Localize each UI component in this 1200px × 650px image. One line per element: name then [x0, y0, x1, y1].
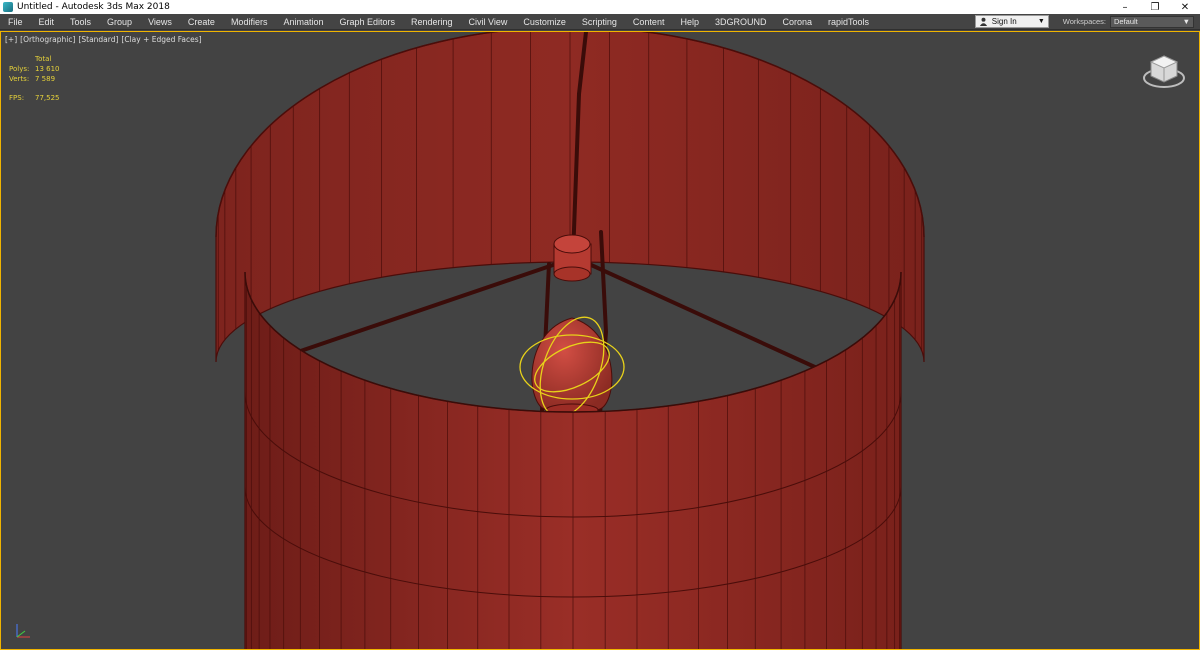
menu-items: File Edit Tools Group Views Create Modifiers An…	[0, 14, 975, 29]
viewport-style-menu[interactable]: [Clay + Edged Faces]	[121, 35, 201, 44]
title-bar: Untitled - Autodesk 3ds Max 2018 – ❐ ✕	[0, 0, 1200, 14]
stats-fps: FPS: 77,525	[9, 93, 60, 103]
top-hub	[553, 234, 592, 282]
menu-bar: File Edit Tools Group Views Create Modifiers An…	[0, 14, 1200, 30]
axis-tripod-icon	[16, 624, 30, 638]
perspective-viewport[interactable]: [+] [Orthographic] [Standard] [Clay + Ed…	[0, 31, 1200, 650]
menu-rendering[interactable]: Rendering	[403, 14, 461, 30]
scene-canvas[interactable]	[1, 32, 1199, 649]
viewport-shading-menu[interactable]: [Standard]	[78, 35, 118, 44]
menu-edit[interactable]: Edit	[31, 14, 63, 30]
viewport-plus-menu[interactable]: [+]	[5, 35, 17, 44]
viewport-label[interactable]: [+] [Orthographic] [Standard] [Clay + Ed…	[5, 35, 202, 44]
verts-value: 7 589	[35, 75, 56, 83]
viewcube-icon[interactable]	[1141, 48, 1187, 94]
menu-create[interactable]: Create	[180, 14, 223, 30]
menu-corona[interactable]: Corona	[774, 14, 820, 30]
viewport-view-menu[interactable]: [Orthographic]	[20, 35, 75, 44]
window-title: Untitled - Autodesk 3ds Max 2018	[17, 2, 170, 12]
app-icon	[3, 2, 13, 12]
stats-polys: Polys: 13 610	[9, 64, 60, 74]
menu-customize[interactable]: Customize	[515, 14, 574, 30]
fps-value: 77,525	[35, 94, 60, 102]
menu-graph-editors[interactable]: Graph Editors	[331, 14, 403, 30]
restore-button[interactable]: ❐	[1140, 0, 1170, 14]
scene-statistics: Total Polys: 13 610 Verts: 7 589 FPS: 77…	[9, 54, 60, 103]
user-icon	[979, 17, 988, 26]
window-controls: – ❐ ✕	[1110, 0, 1200, 14]
menu-modifiers[interactable]: Modifiers	[223, 14, 276, 30]
menu-tools[interactable]: Tools	[62, 14, 99, 30]
sign-in-dropdown[interactable]: Sign In ▼	[974, 15, 1049, 28]
minimize-button[interactable]: –	[1110, 0, 1140, 14]
menu-animation[interactable]: Animation	[275, 14, 331, 30]
close-button[interactable]: ✕	[1170, 0, 1200, 14]
chevron-down-icon: ▼	[1182, 17, 1190, 26]
menu-scripting[interactable]: Scripting	[574, 14, 625, 30]
stats-verts: Verts: 7 589	[9, 74, 60, 84]
menu-civil-view[interactable]: Civil View	[461, 14, 516, 30]
polys-label: Polys:	[9, 65, 30, 73]
workspaces-value: Default	[1114, 17, 1138, 26]
menu-help[interactable]: Help	[672, 14, 707, 30]
menu-views[interactable]: Views	[140, 14, 180, 30]
polys-value: 13 610	[35, 65, 60, 73]
menu-file[interactable]: File	[0, 14, 31, 30]
workspaces-control: Workspaces: Default ▼	[1062, 15, 1194, 28]
stats-header: Total	[35, 55, 52, 63]
sign-in-label: Sign In	[991, 17, 1017, 26]
menu-3dground[interactable]: 3DGROUND	[707, 14, 775, 30]
workspaces-select[interactable]: Default ▼	[1110, 15, 1194, 28]
fps-label: FPS:	[9, 94, 25, 102]
menu-content[interactable]: Content	[625, 14, 673, 30]
workspaces-label: Workspaces:	[1062, 17, 1106, 26]
verts-label: Verts:	[9, 75, 30, 83]
menu-rapidtools[interactable]: rapidTools	[820, 14, 877, 30]
menu-group[interactable]: Group	[99, 14, 140, 30]
chevron-down-icon: ▼	[1037, 18, 1045, 25]
